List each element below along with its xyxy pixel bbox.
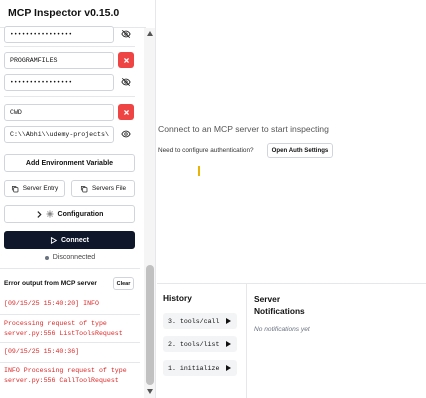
log-entry: Processing request of type server.py:556… [4,319,123,339]
history-item-label: 2. tools/list [168,340,220,348]
log-line: INFO Processing request of type [4,367,127,374]
close-icon [123,57,129,63]
scroll-thumb[interactable] [146,265,154,385]
env-key-input-2[interactable]: PROGRAMFILES [4,52,114,69]
eye-icon [121,130,131,138]
delete-env-button-2[interactable] [118,52,134,68]
eye-off-icon [121,29,131,39]
notifications-empty-text: No notifications yet [254,326,310,333]
add-env-variable-button[interactable]: Add Environment Variable [4,154,135,172]
text-cursor [198,166,200,176]
history-item-label: 3. tools/call [168,317,220,325]
toggle-visibility-button-1[interactable] [118,26,134,42]
scroll-down-arrow-icon[interactable] [147,389,153,394]
copy-icon [11,185,19,192]
configuration-button[interactable]: Configuration [4,205,135,223]
status-text: Disconnected [52,254,96,261]
connect-button[interactable]: Connect [4,231,135,249]
env-key-input-3[interactable]: CWD [4,104,114,121]
server-entry-button[interactable]: Server Entry [4,180,65,197]
history-item[interactable]: 2. tools/list [163,336,237,352]
env-value-input-2[interactable]: •••••••••••••••• [4,74,114,91]
env-divider [4,46,135,47]
log-line: [09/15/25 15:40:20] INFO [4,300,99,307]
close-icon [123,109,129,115]
play-icon [226,318,231,324]
log-line: [09/15/25 15:40:36] [4,348,80,355]
notifications-panel: Server Notifications No notifications ye… [247,284,426,398]
env-value-input-3[interactable]: C:\\Abhi\\udemy-projects\ [4,126,114,143]
add-env-variable-label: Add Environment Variable [25,159,114,167]
history-item[interactable]: 1. initialize [163,360,237,376]
sidebar-scrollbar[interactable] [144,28,155,398]
connect-label: Connect [61,236,89,244]
history-panel: History 3. tools/call 2. tools/list 1. i… [157,284,246,398]
server-entry-label: Server Entry [22,185,59,192]
play-icon [226,341,231,347]
configuration-label: Configuration [57,210,104,218]
log-line: server.py:556 CallToolRequest [4,377,119,384]
history-title: History [163,293,192,303]
status-dot [44,255,49,260]
clear-button[interactable]: Clear [113,277,134,290]
log-line: Processing request of type [4,320,107,327]
connect-message: Connect to an MCP server to start inspec… [158,124,329,134]
env-value-input-1[interactable]: •••••••••••••••• [4,26,114,43]
log-divider [0,342,140,343]
env-divider [4,96,135,97]
app-title: MCP Inspector v0.15.0 [8,7,120,19]
log-divider [0,362,140,363]
eye-off-icon [121,77,131,87]
open-auth-settings-button[interactable]: Open Auth Settings [267,143,333,158]
notifications-title: Server Notifications [254,294,305,316]
toggle-visibility-button-2[interactable] [118,74,134,90]
play-icon [226,365,231,371]
log-line: server.py:556 ListToolsRequest [4,330,123,337]
delete-env-button-3[interactable] [118,104,134,120]
section-divider [0,268,140,269]
history-item[interactable]: 3. tools/call [163,313,237,329]
log-entry: [09/15/25 15:40:36] [4,347,79,357]
auth-question: Need to configure authentication? [158,147,254,154]
chevron-right-icon [36,210,42,218]
log-divider [0,314,140,315]
servers-file-button[interactable]: Servers File [71,180,135,197]
servers-file-label: Servers File [91,185,127,192]
main-panel: Connect to an MCP server to start inspec… [157,0,426,398]
log-entry: INFO Processing request of type server.p… [4,366,127,386]
gear-icon [46,210,53,218]
scroll-up-arrow-icon[interactable] [147,31,153,36]
log-entry: [09/15/25 15:40:20] INFO [4,299,99,309]
play-icon [50,236,57,244]
sidebar: MCP Inspector v0.15.0 •••••••••••••••• P… [0,0,156,398]
error-output-title: Error output from MCP server [4,280,97,287]
connection-status: Disconnected [0,254,140,261]
toggle-visibility-button-3[interactable] [118,126,134,142]
history-item-label: 1. initialize [168,364,220,372]
copy-icon [80,185,88,192]
